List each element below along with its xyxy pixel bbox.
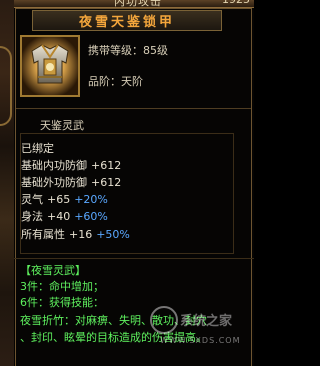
stat-row: 基础内功防御 +612 [21,157,121,173]
watermark-logo-icon [150,306,178,334]
stat-bonus: +60% [74,210,108,223]
game-screen: 内功攻击 1925 夜雪天鉴锁甲 [0,0,254,366]
armor-icon-graphic [22,37,78,95]
item-title-bar: 夜雪天鉴锁甲 [32,10,222,31]
set-piece-6: 6件：获得技能： [20,296,104,309]
stat-bonus: +50% [96,228,130,241]
stat-name: 身法 [21,210,43,223]
stat-row: 灵气 +65 +20% [21,191,108,207]
bind-status: 已绑定 [21,142,54,155]
stat-value: +612 [91,176,122,189]
stat-bonus: +20% [74,193,108,206]
item-grade: 品阶：天阶 [88,75,143,88]
stat-row: 身法 +40 +60% [21,208,108,224]
stat-value: +40 [47,210,71,223]
armor-icon[interactable] [20,35,80,97]
stat-value: 1925 [222,0,250,6]
background-ornament [0,46,12,126]
set-skill-desc-1: 夜雪折竹：对麻痹、失明、散功、封穴 [20,314,207,327]
stat-value: +612 [91,159,122,172]
stat-row: 所有属性 +16 +50% [21,226,130,242]
stat-name: 基础外功防御 [21,176,87,189]
stat-value: +16 [69,228,93,241]
stat-row: 基础外功防御 +612 [21,174,121,190]
set-piece-3: 3件：命中增加； [20,280,104,293]
watermark-url: WWW.SXDS.COM [160,336,241,345]
divider [16,108,251,109]
stat-panel-top: 内功攻击 1925 [14,0,254,8]
stat-name: 灵气 [21,193,43,206]
item-series: 天鉴灵武 [40,119,84,132]
carry-level: 携带等级：85级 [88,44,168,57]
stat-label: 内功攻击 [114,0,162,8]
stat-name: 所有属性 [21,228,65,241]
item-title: 夜雪天鉴锁甲 [78,15,175,30]
set-name: 【夜雪灵武】 [20,264,86,277]
stat-name: 基础内功防御 [21,159,87,172]
stat-value: +65 [47,193,71,206]
watermark-text: 系统之家 [180,314,233,329]
